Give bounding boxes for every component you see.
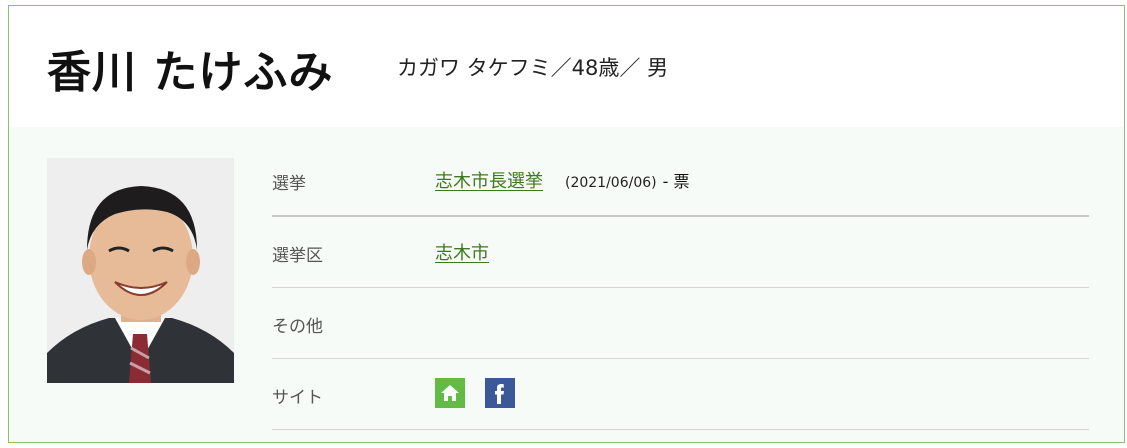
candidate-body: 選挙 志木市長選挙 (2021/06/06) - 票 選挙区 志木市 その他 サイト	[9, 127, 1124, 442]
district-link[interactable]: 志木市	[435, 243, 489, 264]
profile-row-election: 選挙 志木市長選挙 (2021/06/06) - 票	[272, 145, 1089, 217]
election-date: (2021/06/06)	[565, 175, 657, 191]
site-icons	[435, 378, 515, 408]
profile-row-site: サイト	[272, 359, 1089, 430]
candidate-subtitle: カガワ タケフミ／48歳／ 男	[397, 56, 669, 80]
profile-row-other: その他	[272, 288, 1089, 359]
district-value: 志木市	[435, 239, 489, 265]
home-glyph	[441, 385, 459, 401]
portrait-image	[47, 158, 234, 383]
candidate-card: 香川 たけふみ カガワ タケフミ／48歳／ 男 選挙 志木市長選挙 (2021/…	[8, 5, 1125, 443]
candidate-name: 香川 たけふみ	[47, 47, 334, 98]
election-label: 選挙	[272, 174, 306, 194]
district-label: 選挙区	[272, 246, 323, 266]
facebook-glyph	[495, 384, 504, 404]
other-label: その他	[272, 317, 323, 337]
site-label: サイト	[272, 388, 323, 408]
home-icon[interactable]	[435, 378, 465, 408]
election-link[interactable]: 志木市長選挙	[435, 171, 543, 192]
vote-count: - 票	[662, 172, 690, 191]
profile-row-district: 選挙区 志木市	[272, 217, 1089, 288]
candidate-photo	[47, 158, 234, 383]
profile-table: 選挙 志木市長選挙 (2021/06/06) - 票 選挙区 志木市 その他 サイト	[272, 145, 1089, 430]
candidate-header: 香川 たけふみ カガワ タケフミ／48歳／ 男	[9, 6, 1124, 128]
election-value: 志木市長選挙 (2021/06/06) - 票	[435, 167, 690, 193]
facebook-icon[interactable]	[485, 378, 515, 408]
